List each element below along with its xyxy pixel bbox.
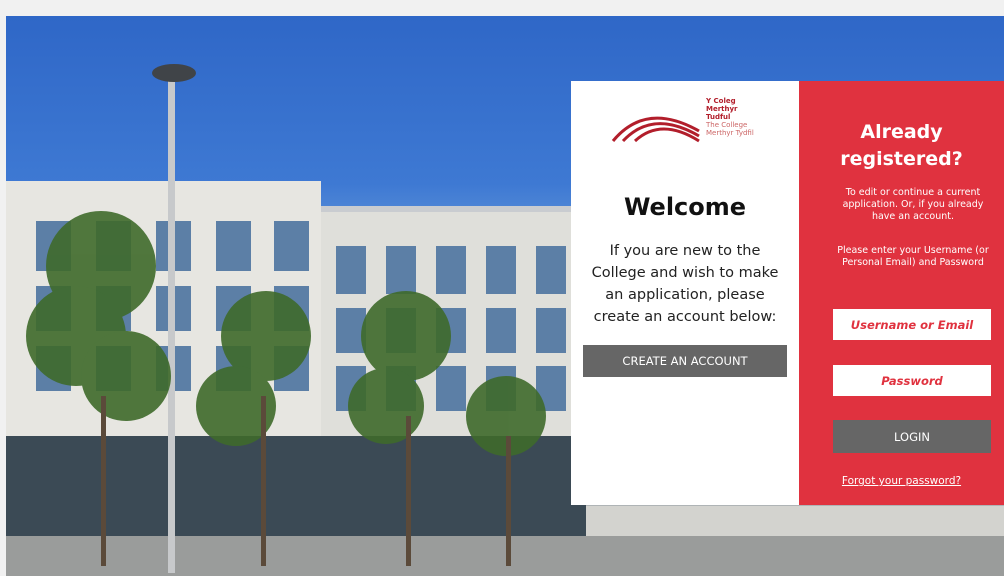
login-button[interactable]: LOGIN (833, 420, 991, 453)
logo-line-3: The College (706, 121, 748, 129)
college-logo: Y Coleg Merthyr Tudful The College Merth… (611, 95, 761, 151)
logo-line-1: Y Coleg (706, 97, 736, 105)
logo-line-4: Merthyr Tydfil (706, 129, 754, 137)
welcome-title: Welcome (623, 193, 747, 221)
login-title: Already registered? (840, 121, 963, 170)
logo-text: Y Coleg Merthyr Tudful The College Merth… (706, 97, 761, 137)
college-arcs-icon (611, 116, 700, 143)
logo-line-2: Merthyr Tudful (706, 105, 738, 121)
login-panel: Already registered? To edit or continue … (799, 81, 1004, 505)
forgot-password-link[interactable]: Forgot your password? (799, 475, 1004, 487)
username-input[interactable]: Username or Email (833, 309, 991, 340)
login-instruction: Please enter your Username (or Personal … (837, 245, 989, 268)
password-input[interactable]: Password (833, 365, 991, 396)
create-account-button[interactable]: CREATE AN ACCOUNT (583, 345, 787, 377)
welcome-intro: If you are new to the College and wish t… (591, 243, 779, 325)
welcome-panel: Y Coleg Merthyr Tudful The College Merth… (571, 81, 799, 505)
top-bar (0, 0, 1004, 16)
login-description: To edit or continue a current applicatio… (842, 187, 984, 222)
